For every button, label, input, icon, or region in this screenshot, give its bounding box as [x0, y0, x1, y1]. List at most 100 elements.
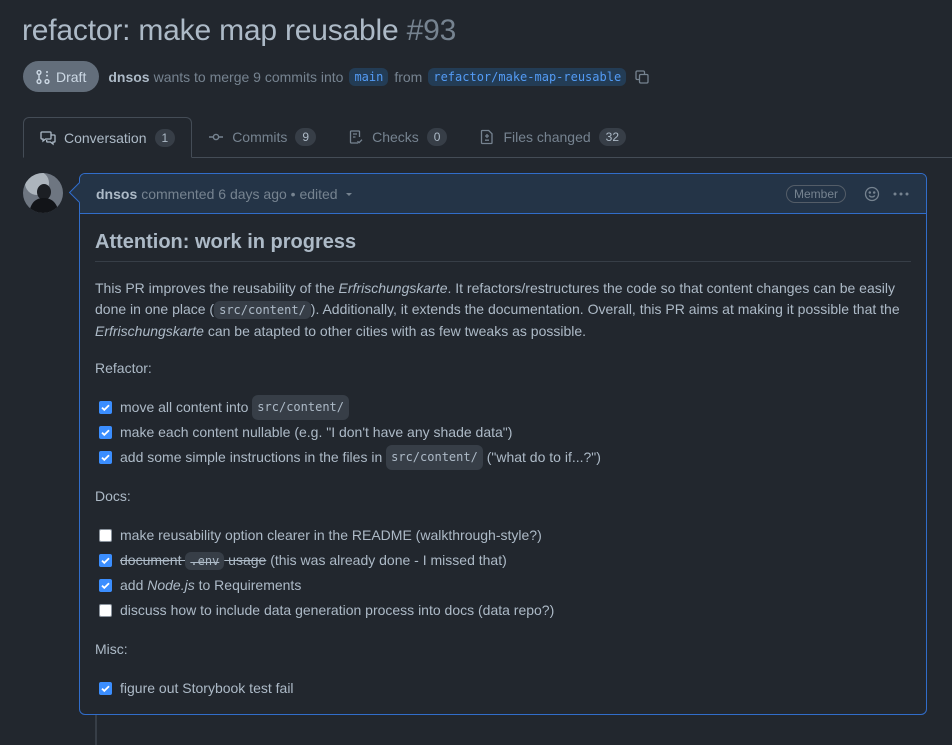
avatar-image	[23, 173, 63, 213]
list-item: add Node.js to Requirements	[99, 573, 911, 598]
comment-timestamp[interactable]: commented 6 days ago	[141, 186, 287, 202]
tab-commits[interactable]: Commits 9	[192, 117, 332, 157]
copy-branch-button[interactable]	[634, 69, 650, 85]
draft-badge: Draft	[23, 61, 100, 92]
intro-code: src/content/	[214, 301, 311, 319]
task-code: src/content/	[386, 445, 483, 470]
list-item: add some simple instructions in the file…	[99, 445, 911, 470]
task-text: document	[120, 551, 186, 568]
more-options-button[interactable]	[892, 186, 910, 202]
tab-checks-count: 0	[426, 128, 448, 146]
tab-checks[interactable]: Checks 0	[332, 117, 463, 157]
docs-task-list: make reusability option clearer in the R…	[95, 523, 911, 623]
comment-header-actions: Member	[785, 184, 910, 203]
task-checkbox[interactable]	[99, 579, 112, 592]
head-branch[interactable]: refactor/make-map-reusable	[428, 67, 627, 86]
triangle-down-icon	[345, 192, 352, 196]
member-badge: Member	[785, 184, 846, 203]
task-code: .env	[185, 551, 225, 570]
pr-meta: Draft dnsos wants to merge 9 commits int…	[23, 61, 650, 92]
task-emphasis: Node.js	[147, 577, 195, 593]
intro-text-3: ). Additionally, it extends the document…	[310, 301, 900, 317]
task-checkbox[interactable]	[99, 529, 112, 542]
task-text-tail: ("what do to if...?")	[482, 449, 601, 465]
tab-conversation-label: Conversation	[64, 129, 147, 146]
file-diff-icon	[481, 129, 494, 145]
misc-heading: Misc:	[95, 641, 128, 657]
misc-task-list: figure out Storybook test fail	[95, 676, 911, 701]
pr-title: refactor: make map reusable #93	[22, 14, 456, 48]
comment-heading: Attention: work in progress	[95, 230, 911, 262]
tab-commits-label: Commits	[232, 129, 288, 145]
from-text: from	[394, 68, 423, 85]
task-text: usage	[224, 551, 267, 568]
task-text: make reusability option clearer in the R…	[120, 527, 542, 543]
list-item: make reusability option clearer in the R…	[99, 523, 911, 548]
intro-text-4: can be atapted to other cities with as f…	[203, 323, 587, 339]
kebab-horizontal-icon	[893, 192, 909, 195]
task-checkbox[interactable]	[99, 682, 112, 695]
merge-text: wants to merge 9 commits into	[153, 68, 344, 85]
task-checkbox[interactable]	[99, 426, 112, 439]
tab-conversation[interactable]: Conversation 1	[23, 117, 193, 158]
list-item: make each content nullable (e.g. "I don'…	[99, 420, 911, 445]
task-text: move all content into	[120, 399, 253, 415]
list-item: discuss how to include data generation p…	[99, 598, 911, 623]
pr-description-comment: dnsos commented 6 days ago • edited Memb…	[79, 173, 927, 715]
list-item: figure out Storybook test fail	[99, 676, 911, 701]
tab-checks-label: Checks	[372, 129, 419, 145]
tab-files-changed-count: 32	[598, 128, 627, 146]
tab-conversation-count: 1	[154, 128, 176, 147]
task-text: add	[120, 577, 148, 593]
smiley-icon	[864, 186, 880, 201]
draft-label: Draft	[56, 68, 87, 85]
pr-title-text: refactor: make map reusable	[22, 14, 399, 47]
intro-paragraph: This PR improves the reusability of the …	[95, 278, 911, 342]
copy-icon	[635, 69, 649, 84]
task-checkbox[interactable]	[99, 604, 112, 617]
tab-files-changed[interactable]: Files changed 32	[463, 117, 642, 157]
task-text: discuss how to include data generation p…	[120, 602, 555, 618]
add-reaction-button[interactable]	[864, 186, 880, 202]
comment-body: Attention: work in progress This PR impr…	[80, 230, 926, 701]
check-icon	[101, 557, 110, 565]
edited-label: • edited	[290, 185, 338, 202]
task-code: src/content/	[252, 395, 349, 420]
tab-commits-count: 9	[295, 128, 317, 146]
pr-author-link[interactable]: dnsos	[108, 69, 149, 85]
task-checkbox[interactable]	[99, 401, 112, 414]
check-icon	[101, 454, 110, 462]
refactor-task-list: move all content into src/content/ make …	[95, 395, 911, 470]
tab-files-changed-label: Files changed	[503, 129, 591, 145]
check-icon	[101, 404, 110, 412]
checklist-icon	[349, 130, 363, 144]
docs-heading: Docs:	[95, 488, 131, 504]
intro-emphasis-2: Erfrischungskarte	[95, 323, 204, 339]
comment-author-link[interactable]: dnsos	[96, 186, 137, 202]
task-text: make each content nullable (e.g. "I don'…	[120, 424, 513, 440]
comment-discussion-icon	[40, 130, 56, 145]
check-icon	[101, 582, 110, 590]
refactor-heading: Refactor:	[95, 360, 152, 376]
task-checkbox[interactable]	[99, 451, 112, 464]
intro-emphasis-1: Erfrischungskarte	[338, 280, 448, 296]
avatar[interactable]	[23, 173, 63, 213]
task-strikethrough: document .env usage	[120, 550, 266, 572]
pr-tabs: Conversation 1 Commits 9 Checks 0 Files …	[23, 117, 952, 158]
check-icon	[101, 685, 110, 693]
task-text: add some simple instructions in the file…	[120, 449, 387, 465]
task-text: figure out Storybook test fail	[120, 680, 294, 696]
task-text-tail: (this was already done - I missed that)	[266, 552, 507, 568]
comment-header: dnsos commented 6 days ago • edited Memb…	[80, 174, 926, 214]
check-icon	[101, 429, 110, 437]
edited-dropdown[interactable]: • edited	[291, 186, 354, 202]
git-pull-request-draft-icon	[36, 69, 50, 84]
base-branch[interactable]: main	[349, 67, 389, 86]
pr-number: #93	[406, 14, 457, 47]
intro-text-1: This PR improves the reusability of the	[95, 280, 339, 296]
task-checkbox[interactable]	[99, 554, 112, 567]
git-commit-icon	[209, 133, 224, 141]
list-item: move all content into src/content/	[99, 395, 911, 420]
task-text-tail: to Requirements	[194, 577, 302, 593]
list-item: document .env usage (this was already do…	[99, 548, 911, 573]
